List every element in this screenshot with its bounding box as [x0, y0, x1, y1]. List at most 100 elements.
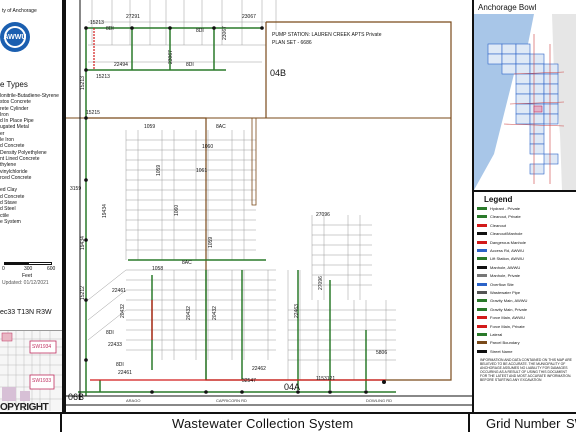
pipe-id-27: 22462 [252, 366, 266, 372]
logo-text: AWWU [4, 34, 27, 41]
legend-item-label: Street Name [490, 348, 513, 354]
legend-swatch [477, 207, 487, 210]
force-mains [90, 28, 386, 381]
plan-label-2: PLAN SET - 6686 [272, 40, 312, 46]
pipe-id-25b: 22461 [118, 370, 132, 376]
pipe-id-6: 15215 [86, 110, 100, 116]
pipe-id-26: 22461 [112, 288, 126, 294]
legend-swatch [477, 282, 487, 286]
pipe-id-18: 27096 [316, 212, 330, 218]
legend-swatch [477, 249, 487, 252]
legend-item-label: Lateral [490, 332, 503, 337]
pipe-id-vert-11: 22463 [294, 304, 300, 318]
pipe-id-vert-9: 20432 [186, 306, 192, 320]
pipe-id-vert-10: 20432 [212, 306, 218, 320]
title-cell: Wastewater Collection System [60, 414, 470, 432]
legend-item-label: Cleanout [490, 222, 507, 228]
inset-label-0: SW1933 [32, 378, 51, 384]
pipe-id-1: 27291 [126, 14, 140, 20]
roads [66, 0, 472, 406]
legend-swatch [477, 307, 487, 311]
legend-swatch [477, 349, 487, 353]
map-canvas[interactable]: PUMP STATION: LAUREN CREEK APTS Private … [66, 0, 472, 412]
scale-label-600: 600 [47, 266, 56, 272]
parcel-lines [66, 0, 472, 406]
legend-title: Legend [484, 195, 513, 204]
scale-label-300: 300 [24, 266, 33, 272]
gravity-mains [78, 27, 396, 396]
section-label: ec33 T13N R3W [0, 309, 52, 316]
legend-swatch [477, 274, 487, 278]
legend-item-label: Force Main, AWWU [490, 315, 525, 321]
pipe-id-vert-4: 19434 [102, 204, 108, 218]
pipe-id-vert-1: 15213 [80, 76, 86, 90]
legend-swatch [477, 223, 487, 227]
pipe-id-9: 1061 [196, 168, 207, 174]
size-label-5: 8AC [182, 260, 192, 266]
grid-label-04a: 04A [284, 382, 300, 392]
pipe-id-29: 32547 [242, 378, 256, 384]
legend-item-label: Access Rd, AWWU [490, 248, 525, 253]
legend-item-label: Manhole, AWWU [490, 264, 521, 270]
scale-bar [4, 262, 52, 265]
grid-number-label: Grid Number [486, 416, 561, 431]
pipe-id-10: 1058 [152, 266, 163, 272]
pipe-id-vert-14: 1059 [208, 237, 214, 248]
pipe-id-vert-12: 1059 [156, 165, 162, 176]
updated-date: Updated: 01/12/2021 [2, 280, 49, 286]
overview-map[interactable] [474, 14, 576, 190]
legend-swatch [477, 240, 487, 244]
pipe-id-7: 1059 [144, 124, 155, 130]
legend-item-label: Force Main, Private [490, 323, 525, 329]
disclaimer: INFORMATION AND DATA CONTAINED ON THIS M… [480, 358, 572, 382]
pipe-id-vert-3: 15212 [80, 286, 86, 300]
agency-name: ty of Anchorage [2, 8, 37, 14]
legend-swatch [477, 232, 487, 236]
size-label-1: 8DI [106, 26, 114, 32]
legend-box: Legend Hydrant - Private Cleanout, Privat… [474, 190, 576, 412]
legend-item-label: Gravity Main, Private [490, 306, 528, 312]
pipe-types-title: e Types [0, 80, 28, 89]
size-label-10: 8DI [116, 362, 124, 368]
map-frame[interactable]: PUMP STATION: LAUREN CREEK APTS Private … [64, 0, 474, 412]
pipe-types-list: lonitrile-Butadiene-Styrene stos Concrete… [0, 93, 62, 225]
legend-swatch [477, 316, 487, 320]
legend-item-label: Manhole, Private [490, 273, 521, 279]
size-label-3: 8DI [186, 62, 194, 68]
copyright-text: OPYRIGHT [0, 402, 49, 413]
legend-swatch [477, 341, 487, 345]
pipe-id-vert-2: 19434 [80, 236, 86, 250]
pipe-id-8: 1060 [202, 144, 213, 150]
bottom-bar: Wastewater Collection System Grid Number… [0, 412, 576, 432]
awwu-logo: AWWU [0, 20, 34, 54]
legend-swatch [477, 324, 487, 328]
pipe-id-vert-8: 20432 [120, 304, 126, 318]
legend-item-label: Cleanout, Private [490, 214, 521, 220]
inset-map: SW1934 SW1933 [0, 330, 62, 411]
pipe-id-31: 5806 [376, 350, 387, 356]
pipe-id-3: 15213 [90, 20, 104, 26]
legend-item-label: Dangerous Manhole [490, 239, 527, 245]
overview-title: Anchorage Bowl [478, 3, 537, 12]
left-panel: ty of Anchorage AWWU e Types lonitrile-B… [0, 0, 64, 412]
scale-label-0: 0 [2, 266, 5, 272]
pipe-id-5: 15213 [96, 74, 110, 80]
legend-item-label: Hydrant - Private [490, 206, 521, 211]
pipe-id-25: 22433 [108, 342, 122, 348]
size-label-4: 8AC [216, 124, 226, 130]
size-label-9: 8DI [106, 330, 114, 336]
pipe-id-vert-5: 23067 [222, 26, 228, 40]
plan-boundary [86, 21, 452, 381]
right-panel: Anchorage Bowl Legend Hydrant - Private … [474, 0, 576, 412]
legend-swatch [477, 215, 487, 219]
pipe-type-item: e System [0, 218, 21, 225]
legend-swatch [477, 291, 487, 294]
scale-unit: Feet [22, 273, 33, 279]
legend-item-label: Cleanout/Manhole [490, 231, 523, 237]
legend-item-label: Wastewater Pipe [490, 290, 521, 295]
plan-label-1: PUMP STATION: LAUREN CREEK APTS Private [272, 32, 382, 38]
road-label-2: CAPRICORN RD [216, 398, 247, 403]
pipe-id-vert-7: 27096 [318, 276, 324, 290]
map-title: Wastewater Collection System [172, 416, 354, 431]
road-label-1: DOWLING RD [366, 398, 392, 403]
